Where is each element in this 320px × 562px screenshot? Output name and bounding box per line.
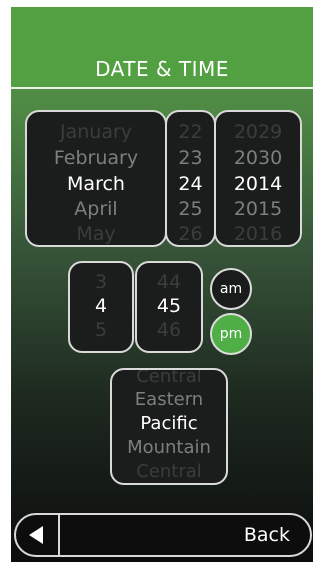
- am-label: am: [219, 281, 243, 297]
- year-option[interactable]: 2016: [216, 223, 300, 245]
- date-time-screen: DATE & TIME January February March April…: [11, 7, 313, 562]
- header-bar: DATE & TIME: [11, 7, 313, 87]
- back-label: Back: [243, 524, 290, 546]
- month-option[interactable]: May: [27, 223, 165, 245]
- year-option[interactable]: 2029: [216, 121, 300, 143]
- hour-selected[interactable]: 4: [70, 295, 132, 317]
- day-option[interactable]: 22: [167, 121, 214, 143]
- year-option[interactable]: 2030: [216, 147, 300, 169]
- timezone-selected[interactable]: Pacific: [112, 413, 226, 435]
- hour-option[interactable]: 3: [70, 271, 132, 293]
- month-selected[interactable]: March: [27, 173, 165, 195]
- month-option[interactable]: January: [27, 121, 165, 143]
- back-arrow-button[interactable]: [16, 515, 60, 555]
- am-button[interactable]: am: [210, 268, 252, 310]
- year-wheel[interactable]: 2029 2030 2014 2015 2016: [214, 110, 302, 247]
- month-option[interactable]: February: [27, 147, 165, 169]
- day-option[interactable]: 23: [167, 147, 214, 169]
- year-option[interactable]: 2015: [216, 198, 300, 220]
- triangle-left-icon: [29, 526, 43, 544]
- month-wheel[interactable]: January February March April May: [25, 110, 167, 247]
- minute-wheel[interactable]: 44 45 46: [135, 261, 203, 353]
- hour-option[interactable]: 5: [70, 319, 132, 341]
- day-selected[interactable]: 24: [167, 173, 214, 195]
- month-option[interactable]: April: [27, 198, 165, 220]
- back-button[interactable]: Back: [14, 513, 312, 557]
- header-divider: [11, 87, 313, 89]
- page-title: DATE & TIME: [95, 57, 229, 81]
- minute-option[interactable]: 46: [137, 319, 201, 341]
- year-selected[interactable]: 2014: [216, 173, 300, 195]
- day-wheel[interactable]: 22 23 24 25 26: [165, 110, 216, 247]
- hour-wheel[interactable]: 3 4 5: [68, 261, 134, 353]
- minute-selected[interactable]: 45: [137, 295, 201, 317]
- timezone-option[interactable]: Eastern: [112, 389, 226, 411]
- timezone-option[interactable]: Central: [112, 370, 226, 388]
- day-option[interactable]: 26: [167, 223, 214, 245]
- minute-option[interactable]: 44: [137, 271, 201, 293]
- day-option[interactable]: 25: [167, 198, 214, 220]
- pm-button[interactable]: pm: [210, 313, 252, 355]
- timezone-option[interactable]: Central: [112, 461, 226, 483]
- timezone-option[interactable]: Mountain: [112, 437, 226, 459]
- pm-label: pm: [219, 326, 243, 342]
- timezone-wheel[interactable]: Central Eastern Pacific Mountain Central: [110, 368, 228, 485]
